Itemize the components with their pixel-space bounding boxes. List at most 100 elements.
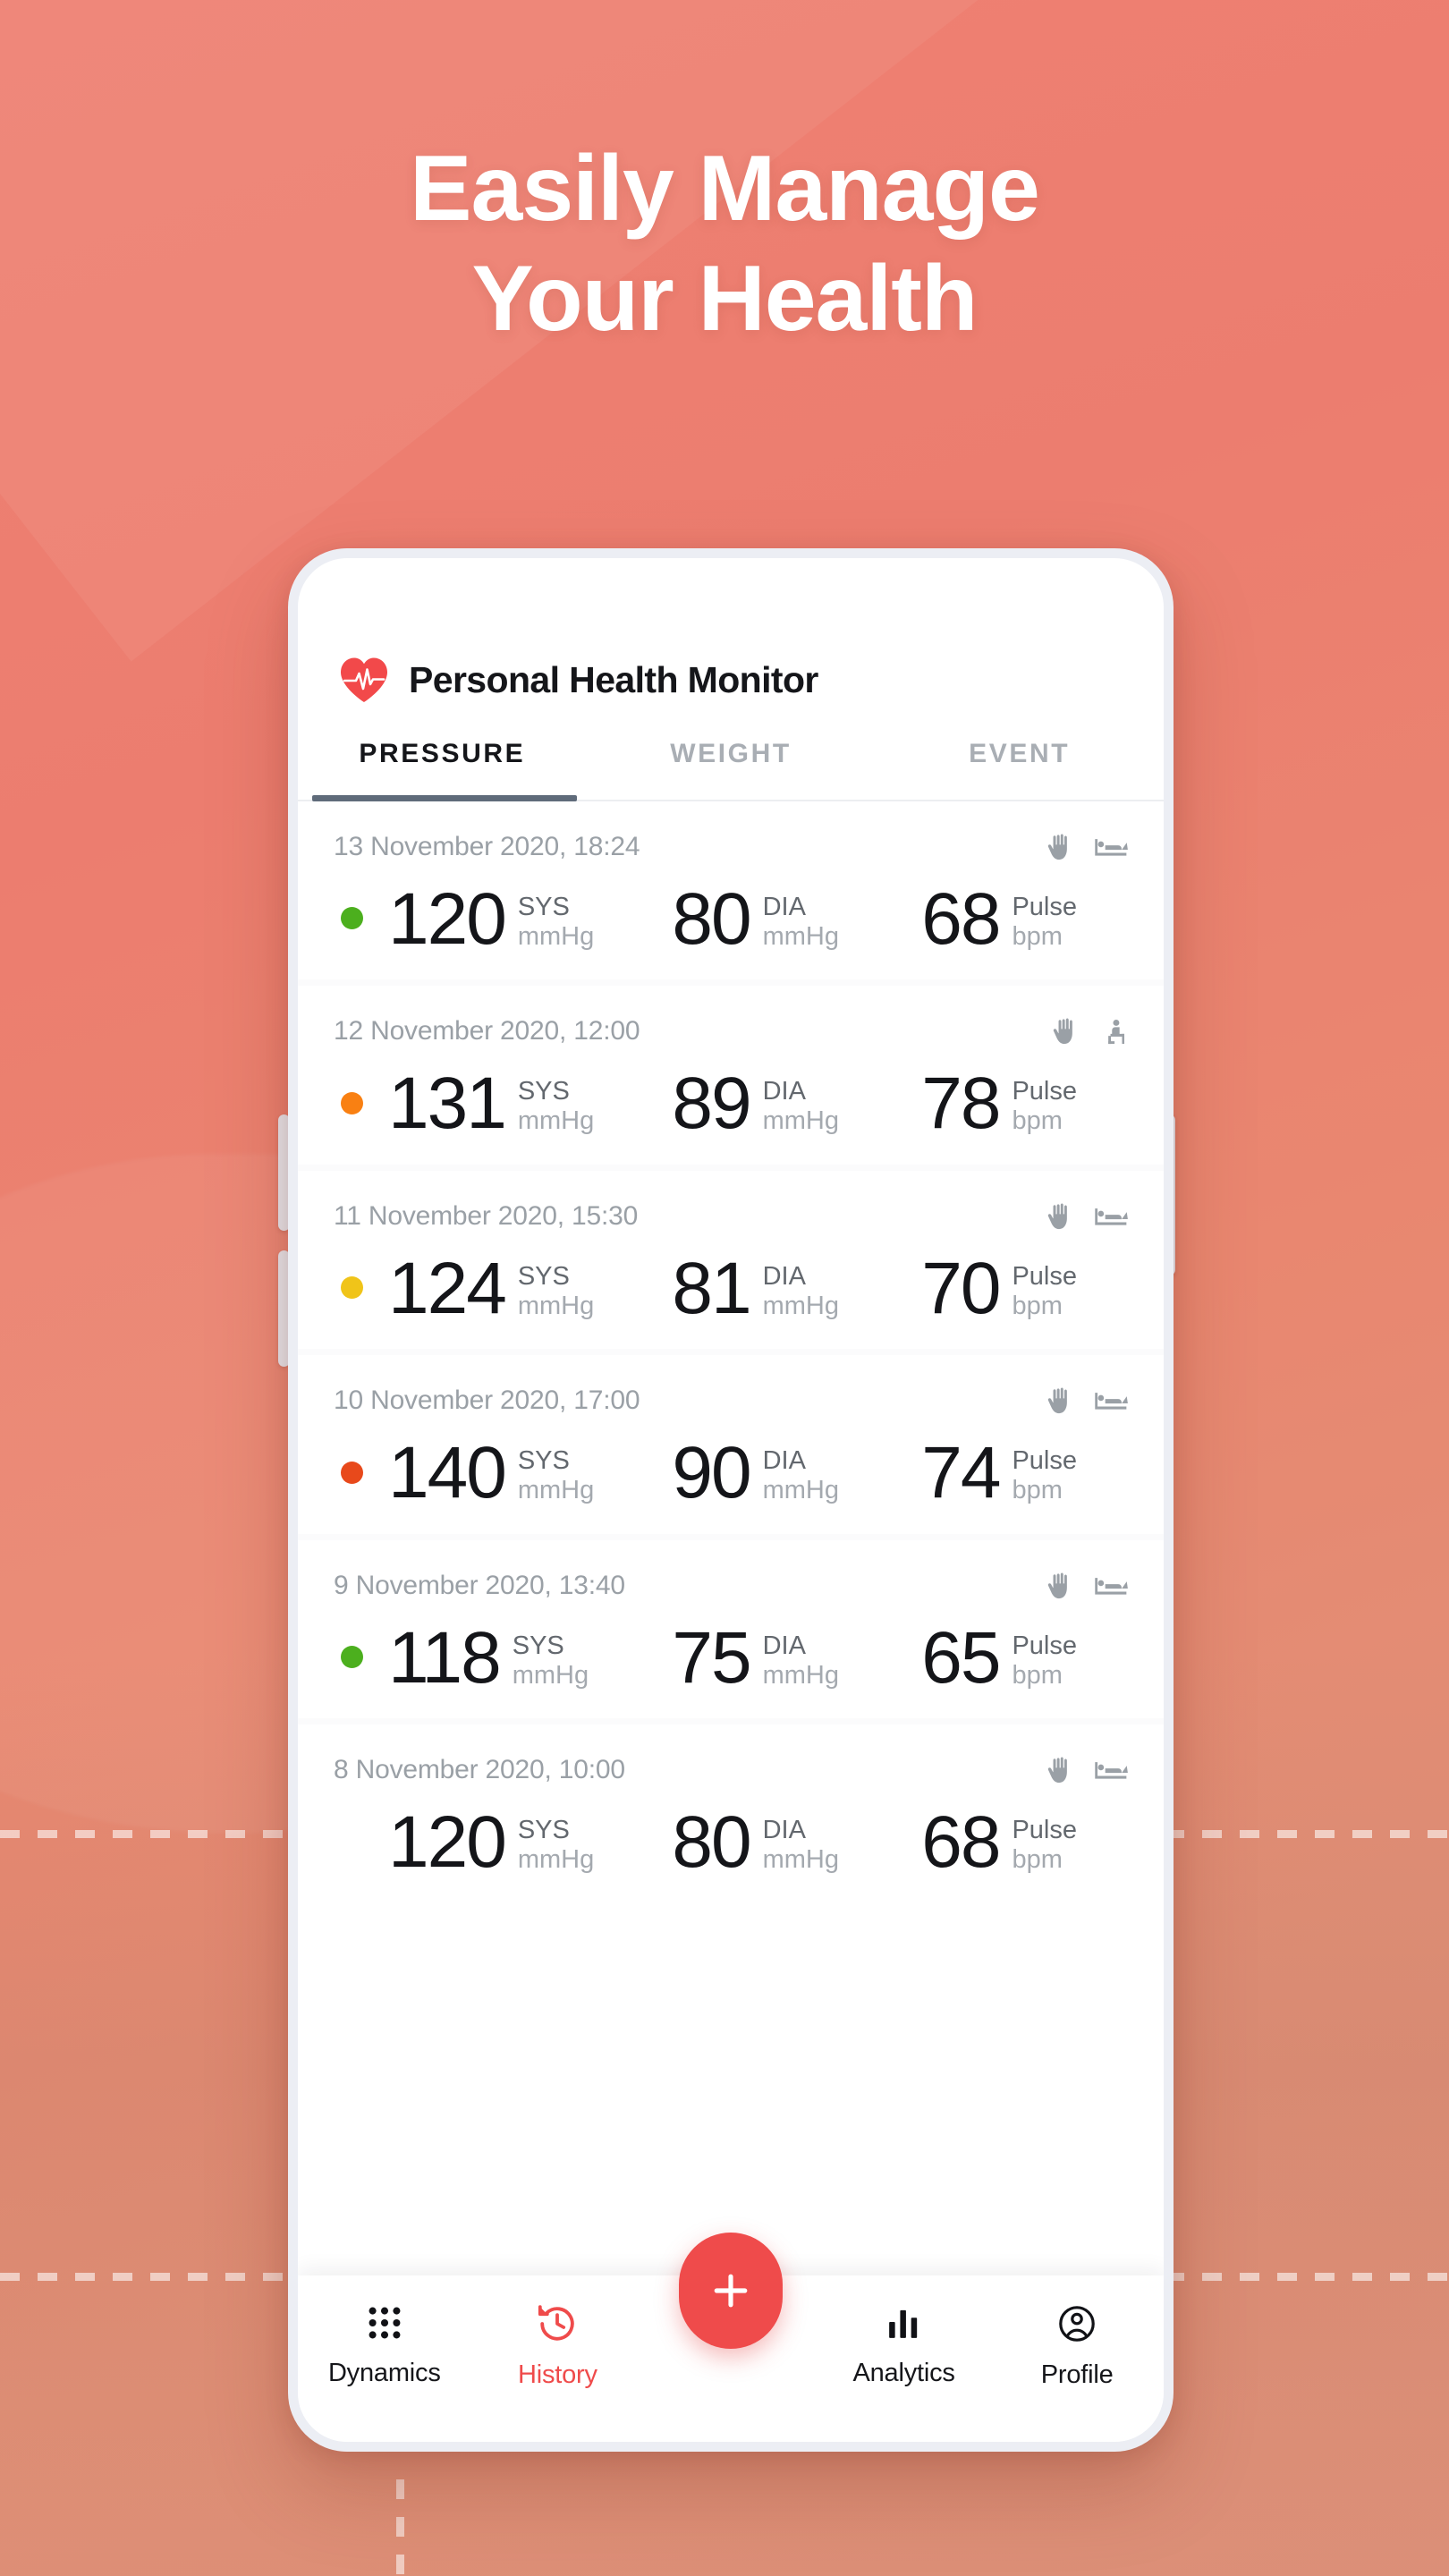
metric-dia: 81 DIA mmHg bbox=[672, 1247, 921, 1329]
nav-item-profile[interactable]: Profile bbox=[990, 2275, 1164, 2390]
dia-label: DIA bbox=[762, 1077, 806, 1106]
dia-unit: DIA mmHg bbox=[763, 1624, 839, 1690]
sys-unit: SYS mmHg bbox=[518, 1070, 594, 1136]
status-badge bbox=[341, 1646, 363, 1669]
pulse-value: 70 bbox=[921, 1247, 1001, 1329]
pressure-reading-list[interactable]: 13 November 2020, 18:24 120 SYS mmHg 80 … bbox=[298, 801, 1164, 1903]
pulse-value: 68 bbox=[921, 878, 1001, 960]
nav-label-analytics: Analytics bbox=[852, 2359, 955, 2387]
dia-value: 80 bbox=[672, 1801, 751, 1884]
dia-unit-text: mmHg bbox=[762, 1291, 839, 1320]
dia-unit: DIA mmHg bbox=[763, 1809, 839, 1875]
tab-weight[interactable]: WEIGHT bbox=[587, 719, 876, 800]
pulse-value: 68 bbox=[921, 1801, 1001, 1884]
hand-icon bbox=[1046, 1387, 1074, 1416]
list-item[interactable]: 12 November 2020, 12:00 131 SYS mmHg 89 … bbox=[298, 986, 1164, 1165]
reading-condition-icons bbox=[1046, 832, 1128, 862]
nav-label-profile: Profile bbox=[1040, 2360, 1114, 2389]
list-item[interactable]: 13 November 2020, 18:24 120 SYS mmHg 80 … bbox=[298, 801, 1164, 980]
reading-values: 120 SYS mmHg 80 DIA mmHg 68 Pulse bpm bbox=[334, 1801, 1128, 1884]
hand-icon bbox=[1046, 834, 1074, 862]
hand-icon bbox=[1046, 1572, 1074, 1601]
list-item[interactable]: 8 November 2020, 10:00 120 SYS mmHg 80 D… bbox=[298, 1724, 1164, 1903]
pulse-unit: Pulse bpm bbox=[1012, 1439, 1077, 1505]
reading-header: 8 November 2020, 10:00 bbox=[334, 1755, 1128, 1785]
metric-sys: 124 SYS mmHg bbox=[388, 1247, 672, 1329]
sys-unit-text: mmHg bbox=[517, 1845, 595, 1875]
metric-pulse: 74 Pulse bpm bbox=[921, 1432, 1128, 1514]
app-title: Personal Health Monitor bbox=[409, 658, 818, 700]
pulse-unit-text: bpm bbox=[1012, 1106, 1063, 1136]
metric-pulse: 68 Pulse bpm bbox=[921, 1801, 1128, 1884]
dia-unit-text: mmHg bbox=[762, 1106, 839, 1136]
reading-condition-icons bbox=[1046, 1385, 1128, 1416]
pulse-label: Pulse bbox=[1012, 893, 1077, 921]
list-item[interactable]: 10 November 2020, 17:00 140 SYS mmHg 90 … bbox=[298, 1355, 1164, 1534]
pulse-unit-text: bpm bbox=[1012, 922, 1063, 952]
sys-unit: SYS mmHg bbox=[518, 1439, 594, 1505]
add-measurement-button[interactable] bbox=[679, 2233, 783, 2349]
hand-icon bbox=[1046, 1757, 1074, 1785]
status-badge bbox=[341, 1276, 363, 1300]
status-badge bbox=[341, 1461, 363, 1484]
dia-unit-text: mmHg bbox=[762, 1660, 839, 1690]
pulse-unit-text: bpm bbox=[1012, 1291, 1063, 1320]
dia-value: 90 bbox=[672, 1432, 751, 1514]
reading-header: 12 November 2020, 12:00 bbox=[334, 1016, 1128, 1046]
promo-stage: Easily Manage Your Health Personal Healt… bbox=[0, 0, 1449, 2576]
dia-unit: DIA mmHg bbox=[763, 1070, 839, 1136]
sys-unit-text: mmHg bbox=[517, 922, 595, 952]
sys-unit-text: mmHg bbox=[512, 1660, 589, 1690]
sys-label: SYS bbox=[512, 1631, 564, 1660]
pulse-value: 74 bbox=[921, 1432, 1001, 1514]
sys-value: 140 bbox=[388, 1432, 507, 1514]
pulse-label: Pulse bbox=[1012, 1261, 1077, 1291]
metric-pulse: 70 Pulse bpm bbox=[921, 1247, 1128, 1329]
tab-event[interactable]: EVENT bbox=[875, 719, 1164, 800]
sys-value: 124 bbox=[388, 1247, 507, 1329]
reading-values: 140 SYS mmHg 90 DIA mmHg 74 Pulse bpm bbox=[334, 1432, 1128, 1514]
dia-unit-text: mmHg bbox=[762, 922, 839, 952]
reading-condition-icons bbox=[1046, 1755, 1128, 1785]
pulse-unit: Pulse bpm bbox=[1012, 1255, 1077, 1321]
tab-pressure[interactable]: PRESSURE bbox=[298, 719, 587, 800]
sys-label: SYS bbox=[517, 1077, 570, 1106]
metric-sys: 140 SYS mmHg bbox=[388, 1432, 672, 1514]
reading-date: 8 November 2020, 10:00 bbox=[334, 1755, 625, 1785]
metric-dia: 80 DIA mmHg bbox=[672, 1801, 921, 1884]
tab-bar: PRESSURE WEIGHT EVENT bbox=[298, 719, 1164, 801]
nav-item-analytics[interactable]: Analytics bbox=[818, 2275, 991, 2388]
metric-dia: 80 DIA mmHg bbox=[672, 878, 921, 960]
sys-value: 131 bbox=[388, 1063, 507, 1145]
heart-pulse-icon bbox=[339, 657, 389, 703]
promo-headline: Easily Manage Your Health bbox=[0, 134, 1449, 353]
metric-sys: 131 SYS mmHg bbox=[388, 1063, 672, 1145]
dia-value: 81 bbox=[672, 1247, 751, 1329]
reading-values: 120 SYS mmHg 80 DIA mmHg 68 Pulse bpm bbox=[334, 878, 1128, 960]
reading-condition-icons bbox=[1051, 1016, 1128, 1046]
active-tab-indicator bbox=[312, 795, 577, 801]
dia-label: DIA bbox=[762, 1446, 806, 1476]
sys-unit: SYS mmHg bbox=[518, 1809, 594, 1875]
metric-sys: 120 SYS mmHg bbox=[388, 882, 672, 955]
list-item[interactable]: 9 November 2020, 13:40 118 SYS mmHg 75 D… bbox=[298, 1539, 1164, 1719]
pulse-label: Pulse bbox=[1012, 1816, 1077, 1845]
pulse-unit: Pulse bpm bbox=[1012, 886, 1077, 952]
list-item[interactable]: 11 November 2020, 15:30 124 SYS mmHg 81 … bbox=[298, 1170, 1164, 1350]
nav-item-dynamics[interactable]: Dynamics bbox=[298, 2275, 471, 2388]
sys-unit: SYS mmHg bbox=[518, 886, 594, 952]
headline-line-2: Your Health bbox=[471, 246, 979, 351]
dia-unit-text: mmHg bbox=[762, 1845, 839, 1875]
nav-item-history[interactable]: History bbox=[471, 2275, 645, 2390]
bed-lying-icon bbox=[1094, 1572, 1128, 1601]
pulse-label: Pulse bbox=[1012, 1446, 1077, 1476]
sys-unit-text: mmHg bbox=[517, 1476, 595, 1505]
sys-value: 118 bbox=[388, 1616, 502, 1699]
reading-date: 10 November 2020, 17:00 bbox=[334, 1385, 640, 1416]
reading-condition-icons bbox=[1046, 1201, 1128, 1232]
dia-value: 80 bbox=[672, 878, 751, 960]
pulse-unit-text: bpm bbox=[1012, 1845, 1063, 1875]
hand-icon bbox=[1046, 1203, 1074, 1232]
reading-header: 9 November 2020, 13:40 bbox=[334, 1571, 1128, 1601]
nav-label-history: History bbox=[517, 2360, 597, 2389]
